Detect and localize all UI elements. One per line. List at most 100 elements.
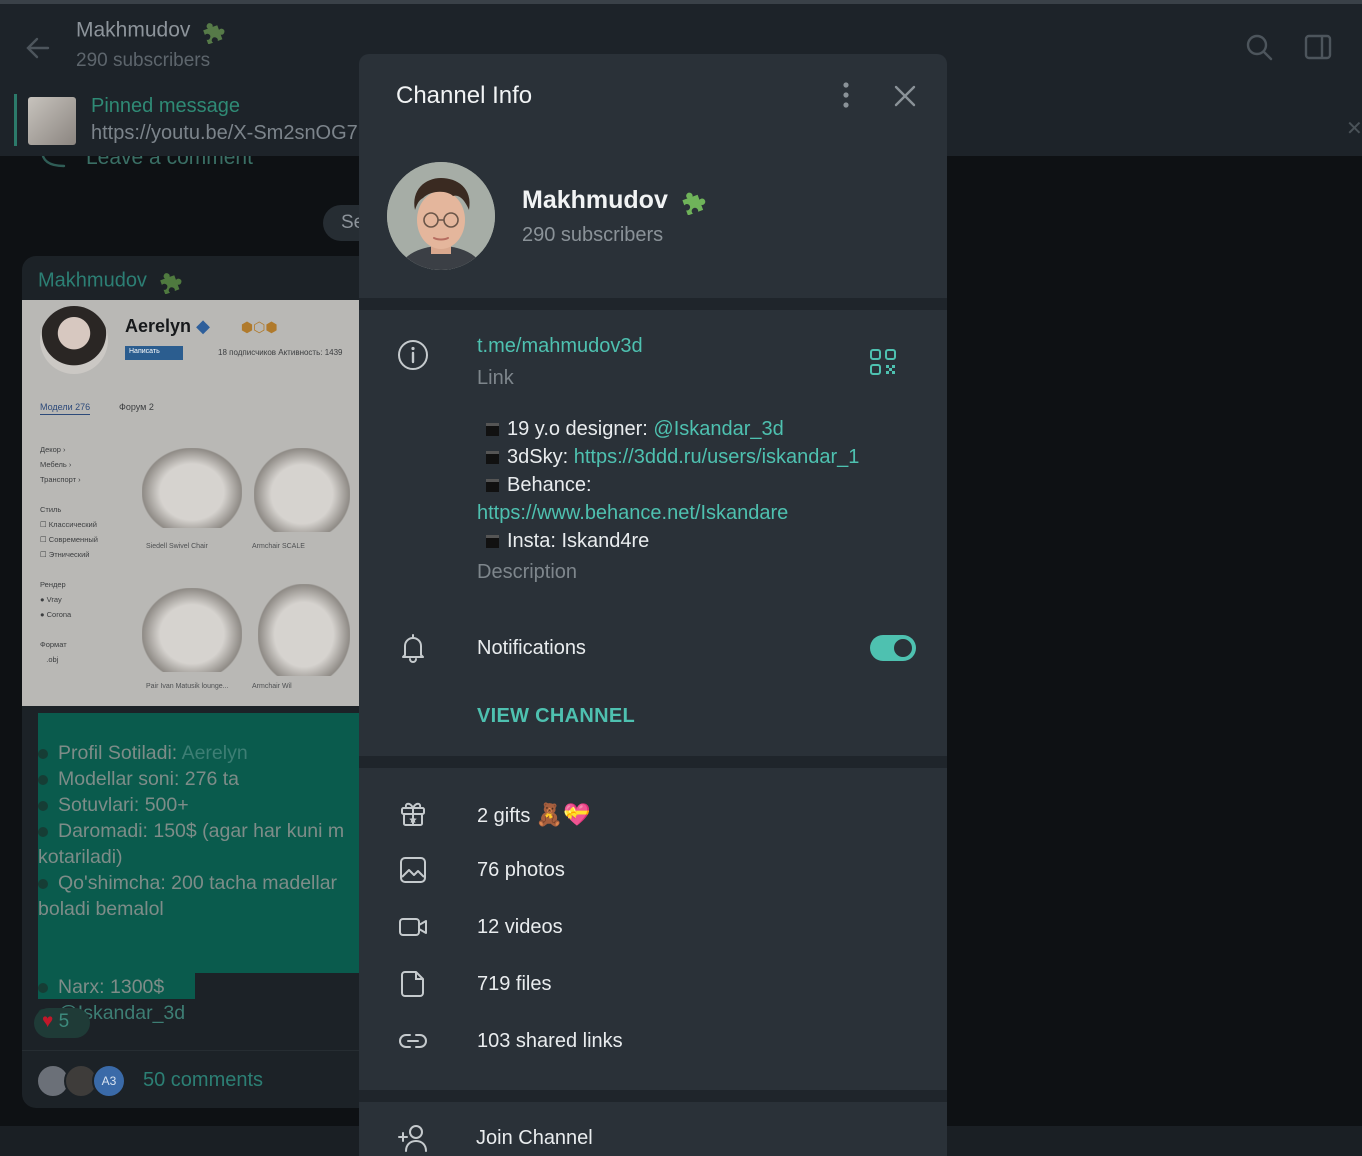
- pinned-close-front-icon[interactable]: ✕: [1346, 116, 1362, 141]
- channel-subscribers: 290 subscribers: [522, 224, 664, 246]
- section-separator: [359, 1090, 947, 1102]
- videos-row[interactable]: 12 videos: [477, 916, 563, 939]
- post-line: Sotuvlari: 500+: [38, 792, 344, 818]
- channel-info-dialog: Channel Info Makhmudov 290 subscribers t…: [359, 54, 947, 1156]
- diamond-icon: ◆: [196, 316, 210, 336]
- channel-link[interactable]: t.me/mahmudov3d: [477, 335, 643, 358]
- post-author-text: Makhmudov: [38, 269, 147, 292]
- chat-subscribers: 290 subscribers: [76, 50, 211, 71]
- commenter-avatars: A3: [36, 1064, 128, 1098]
- designer-mention-link[interactable]: @Iskandar_3d: [653, 418, 783, 440]
- post-line: [38, 948, 344, 974]
- bullet-icon: [38, 827, 48, 837]
- reaction-heart[interactable]: ♥ 5: [34, 1008, 90, 1038]
- description-line: https://www.behance.net/Iskandare: [477, 499, 859, 527]
- pinned-text-front: https://youtu.be/X-Sm2snOG7: [91, 122, 358, 144]
- post-line: Qo'shimcha: 200 tacha madellar: [38, 870, 344, 896]
- photo-icon: [400, 857, 426, 883]
- screenshot-meta: 18 подписчиков Активность: 1439: [218, 348, 343, 357]
- chair-image: [142, 448, 242, 528]
- post-line: kotariladi): [38, 844, 344, 870]
- more-vertical-icon[interactable]: [837, 80, 855, 110]
- puzzle-emoji-icon: [682, 192, 706, 216]
- description-line: Insta: Iskand4re: [477, 527, 859, 555]
- chair-image: [254, 448, 350, 532]
- bullet-icon: [38, 983, 48, 993]
- chair-image: [142, 588, 242, 672]
- view-channel-button[interactable]: VIEW CHANNEL: [477, 705, 635, 728]
- post-line: [38, 922, 344, 948]
- screenshot-card: Aerelyn ◆ ⬢⬡⬢ Написать 18 подписчиков Ак…: [22, 300, 362, 706]
- 3dsky-link[interactable]: https://3ddd.ru/users/iskandar_1: [574, 446, 860, 468]
- chat-title-text: Makhmudov: [76, 18, 191, 42]
- post-line: Profil Sotiladi: Aerelyn: [38, 740, 344, 766]
- black-square-icon: [486, 479, 499, 492]
- link-icon: [399, 1034, 427, 1048]
- photos-row[interactable]: 76 photos: [477, 859, 565, 882]
- search-icon[interactable]: [1244, 32, 1274, 62]
- description-text: Behance:: [507, 474, 592, 496]
- info-icon: [398, 340, 428, 370]
- post-line: Daromadi: 150$ (agar har kuni m: [38, 818, 344, 844]
- qr-code-icon[interactable]: [869, 348, 897, 376]
- post-image[interactable]: Aerelyn ◆ ⬢⬡⬢ Написать 18 подписчиков Ак…: [22, 300, 362, 706]
- post-line-text: boladi bemalol: [38, 898, 164, 920]
- description-text: 3dSky:: [507, 446, 574, 468]
- heart-gift-icon: 💝: [563, 802, 591, 827]
- add-user-icon: [398, 1125, 427, 1152]
- notifications-label: Notifications: [477, 637, 586, 659]
- join-channel-button[interactable]: Join Channel: [476, 1127, 593, 1150]
- description-line: 19 y.o designer: @Iskandar_3d: [477, 415, 859, 443]
- chair-label: Pair Ivan Matusik lounge...: [146, 683, 229, 690]
- behance-link[interactable]: https://www.behance.net/Iskandare: [477, 502, 788, 524]
- chat-title[interactable]: Makhmudov: [76, 18, 226, 44]
- channel-name-text: Makhmudov: [522, 186, 668, 214]
- screenshot-write-button: Написать: [125, 346, 183, 360]
- file-icon: [401, 971, 424, 997]
- description-text: 19 y.o designer:: [507, 418, 654, 440]
- channel-post[interactable]: Makhmudov Aerelyn ◆ ⬢⬡⬢ Написать 18 подп…: [22, 256, 362, 1108]
- post-line-text: Modellar soni: 276 ta: [58, 768, 240, 790]
- channel-description: 19 y.o designer: @Iskandar_3d 3dSky: htt…: [477, 415, 859, 555]
- files-row[interactable]: 719 files: [477, 973, 552, 996]
- puzzle-emoji-icon: [159, 273, 181, 294]
- teddy-bear-icon: 🧸: [535, 802, 564, 827]
- channel-avatar[interactable]: [387, 162, 495, 270]
- post-line-text: kotariladi): [38, 846, 123, 868]
- sidebar-toggle-icon[interactable]: [1303, 32, 1333, 62]
- post-line: Modellar soni: 276 ta: [38, 766, 344, 792]
- description-line: Behance:: [477, 471, 859, 499]
- puzzle-emoji-icon: [203, 23, 225, 44]
- comments-link[interactable]: 50 comments: [143, 1069, 263, 1092]
- post-divider: [22, 1050, 362, 1051]
- post-line-text: Narx: 1300$: [58, 976, 165, 998]
- reaction-count: 5: [58, 1011, 70, 1032]
- bullet-icon: [38, 879, 48, 889]
- gift-icon: [401, 802, 425, 826]
- screenshot-name-text: Aerelyn: [125, 316, 192, 336]
- pinned-title-front: Pinned message: [91, 95, 240, 117]
- link-label: Link: [477, 367, 514, 389]
- bullet-icon: [38, 801, 48, 811]
- video-icon: [399, 918, 427, 936]
- black-square-icon: [486, 423, 499, 436]
- post-line: Narx: 1300$: [38, 974, 344, 1000]
- description-label: Description: [477, 561, 578, 583]
- channel-name: Makhmudov: [522, 186, 707, 216]
- gifts-row[interactable]: 2 gifts 🧸💝: [477, 802, 591, 828]
- description-line: 3dSky: https://3ddd.ru/users/iskandar_1: [477, 443, 859, 471]
- dialog-title: Channel Info: [396, 82, 533, 109]
- post-line-text: Profil Sotiladi:: [58, 742, 182, 764]
- chair-label: Siedell Swivel Chair: [146, 543, 208, 550]
- shared-links-row[interactable]: 103 shared links: [477, 1030, 623, 1053]
- post-author[interactable]: Makhmudov: [38, 268, 183, 294]
- profile-mention-link[interactable]: Aerelyn: [182, 742, 248, 764]
- description-text: Insta: Iskand4re: [507, 530, 650, 552]
- back-arrow-icon[interactable]: [22, 32, 54, 64]
- post-line-text: Qo'shimcha: 200 tacha madellar: [58, 872, 338, 894]
- close-icon[interactable]: [890, 81, 920, 111]
- post-line-text: Sotuvlari: 500+: [58, 794, 189, 816]
- screenshot-avatar: [40, 306, 108, 374]
- notifications-toggle[interactable]: [870, 635, 916, 661]
- avatar-initials: A3: [92, 1064, 126, 1098]
